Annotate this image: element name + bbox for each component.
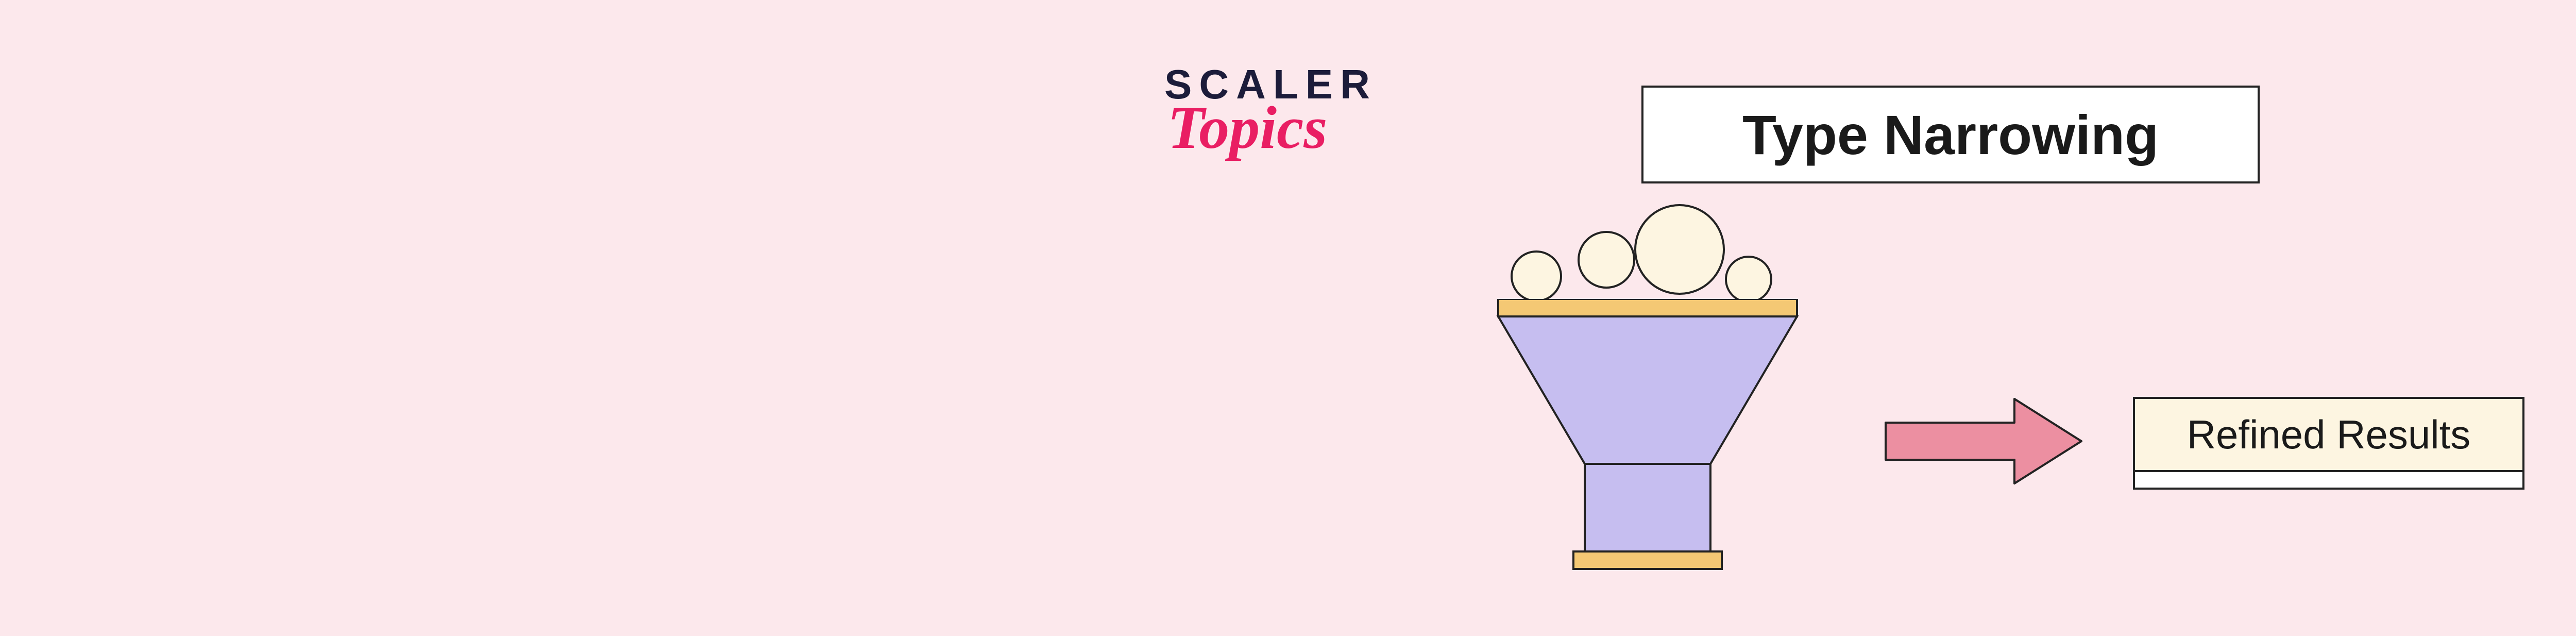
input-bubble-icon [1578,231,1635,289]
refined-results-box: Refined Results [2133,397,2524,490]
input-bubble-icon [1511,250,1562,302]
input-bubble-icon [1634,204,1725,295]
refined-results-label: Refined Results [2135,399,2522,472]
refined-results-base [2135,472,2522,488]
brand-logo: SCALER Topics [1164,67,1443,163]
arrow-right-icon [1875,390,2092,493]
input-bubble-icon [1725,256,1772,303]
funnel-icon [1483,299,1812,572]
diagram-title: Type Narrowing [1641,86,2260,183]
brand-logo-bottom: Topics [1167,93,1443,163]
